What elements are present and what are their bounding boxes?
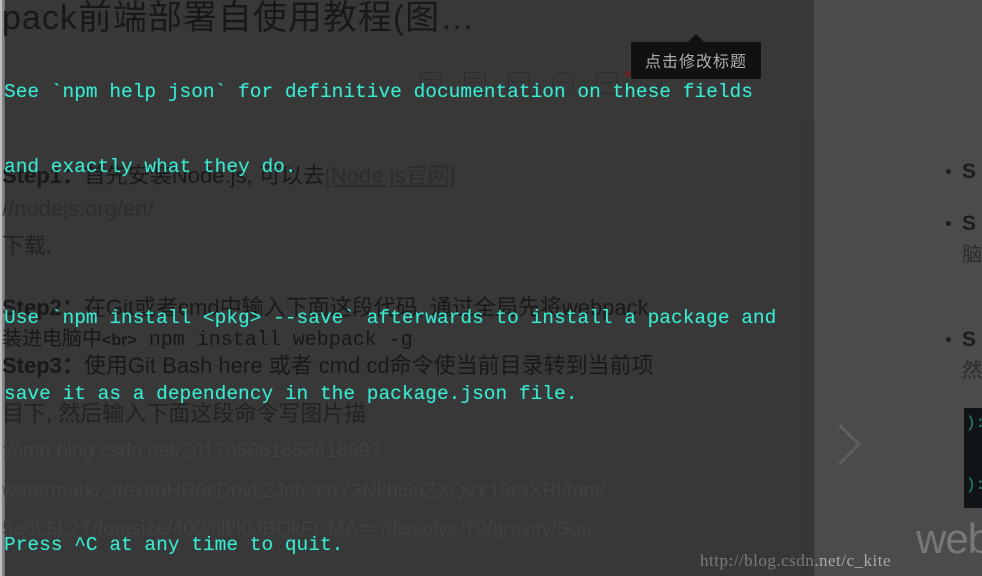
list-item[interactable]: S (946, 160, 982, 184)
terminal-window[interactable]: See `npm help json` for definitive docum… (2, 0, 814, 576)
bullet-dot-icon (946, 221, 951, 226)
outline-item-sub2: 「 (972, 270, 982, 294)
outline-item-sub: 脑 (962, 244, 982, 266)
terminal-left-edge (2, 0, 4, 576)
outline-bullet-list[interactable]: S S 脑 「 S 然 「 (946, 160, 982, 438)
bullet-dot-icon (946, 337, 951, 342)
outline-item-sub: 然 (962, 360, 982, 382)
code-line-1: ): (966, 414, 982, 432)
watermark-logo: web (916, 515, 982, 562)
list-item[interactable]: S 脑 「 (946, 212, 982, 294)
outline-item-sub2: 「 (972, 386, 982, 410)
outline-item-label: S (962, 160, 977, 183)
outline-item-label: S (962, 212, 977, 235)
terminal-line: See `npm help json` for definitive docum… (4, 80, 753, 103)
terminal-line: Press ^C at any time to quit. (4, 534, 344, 557)
list-item[interactable]: S 然 「 (946, 328, 982, 410)
outline-item-label: S (962, 328, 977, 351)
terminal-line: and exactly what they do. (4, 156, 297, 179)
code-block-preview: ): ): (964, 408, 982, 508)
code-line-2: ): (966, 476, 982, 494)
terminal-line: save it as a dependency in the package.j… (4, 382, 578, 405)
bullet-dot-icon (946, 169, 951, 174)
terminal-line: Use `npm install <pkg> --save` afterward… (4, 307, 777, 330)
